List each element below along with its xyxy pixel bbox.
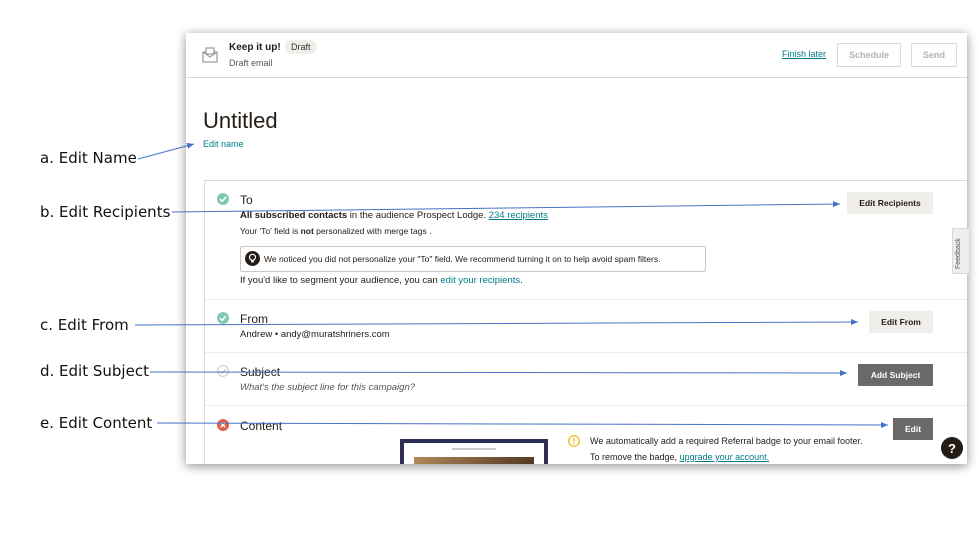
to-note-a: Your 'To' field is (240, 226, 301, 236)
subject-label: Subject (240, 365, 281, 379)
schedule-button[interactable]: Schedule (837, 43, 901, 67)
campaign-checklist: To All subscribed contacts in the audien… (204, 180, 967, 464)
check-circle-outline-icon (217, 365, 229, 377)
referral-notice-text: To remove the badge, (590, 452, 680, 462)
to-note-bold: not (300, 226, 314, 236)
subject-section: Subject What's the subject line for this… (205, 352, 967, 406)
edit-recipients-link[interactable]: edit your recipients (440, 275, 520, 286)
email-preview-thumbnail[interactable] (400, 439, 548, 464)
edit-recipients-button[interactable]: Edit Recipients (847, 192, 933, 214)
recipients-count-link[interactable]: 234 recipients (489, 210, 548, 221)
edit-content-button[interactable]: Edit (893, 418, 933, 440)
preview-image (414, 457, 534, 464)
content-section: Content Edit (205, 405, 967, 464)
campaign-window: Keep it up! Draft Draft email Finish lat… (186, 33, 967, 464)
feedback-label: Feedback (955, 238, 962, 269)
top-bar: Keep it up! Draft Draft email Finish lat… (186, 33, 967, 78)
lightbulb-icon (245, 251, 260, 266)
edit-from-button[interactable]: Edit From (869, 311, 933, 333)
status-badge: Draft (285, 40, 317, 54)
segment-note: If you'd like to segment your audience, … (240, 275, 523, 286)
annotation-edit-name: a. Edit Name (40, 149, 137, 167)
to-note-b: personalized with merge tags . (313, 226, 432, 236)
check-circle-icon (217, 193, 229, 205)
help-button[interactable]: ? (941, 437, 963, 459)
annotation-edit-subject: d. Edit Subject (40, 362, 149, 380)
check-circle-icon (217, 312, 229, 324)
segment-note-a: If you'd like to segment your audience, … (240, 275, 441, 286)
mail-icon (202, 47, 218, 63)
spam-warning-box: We noticed you did not personalize your … (240, 246, 706, 272)
segment-note-b: . (520, 275, 523, 286)
finish-later-link[interactable]: Finish later (782, 49, 826, 59)
edit-name-link[interactable]: Edit name (203, 139, 244, 149)
to-audience: Prospect Lodge (416, 210, 484, 221)
to-contacts: All subscribed contacts (240, 210, 348, 221)
subject-placeholder: What's the subject line for this campaig… (240, 382, 416, 393)
to-summary-mid: in the audience (347, 210, 417, 221)
to-section: To All subscribed contacts in the audien… (205, 181, 967, 300)
add-subject-button[interactable]: Add Subject (858, 364, 933, 386)
send-button[interactable]: Send (911, 43, 957, 67)
error-circle-icon (217, 419, 229, 431)
warning-circle-icon (568, 435, 580, 447)
spam-warning-text: We noticed you did not personalize your … (264, 254, 661, 264)
campaign-status-title: Keep it up! (229, 42, 281, 53)
from-section: From Andrew • andy@muratshriners.com Edi… (205, 299, 967, 353)
feedback-tab[interactable]: Feedback (952, 228, 970, 274)
annotation-edit-recipients: b. Edit Recipients (40, 203, 171, 221)
content-label: Content (240, 419, 283, 433)
referral-notice-line2: To remove the badge, upgrade your accoun… (590, 452, 769, 462)
to-label: To (240, 193, 253, 207)
upgrade-account-link[interactable]: upgrade your account. (680, 452, 770, 462)
annotation-edit-content: e. Edit Content (40, 414, 153, 432)
referral-notice-line1: We automatically add a required Referral… (590, 436, 863, 446)
campaign-status-subtitle: Draft email (229, 58, 273, 68)
page-title: Untitled (203, 108, 278, 133)
from-label: From (240, 312, 268, 326)
to-personalization-note: Your 'To' field is not personalized with… (240, 226, 431, 236)
annotation-edit-from: c. Edit From (40, 316, 129, 334)
to-summary: All subscribed contacts in the audience … (240, 210, 548, 221)
from-value: Andrew • andy@muratshriners.com (240, 329, 390, 340)
